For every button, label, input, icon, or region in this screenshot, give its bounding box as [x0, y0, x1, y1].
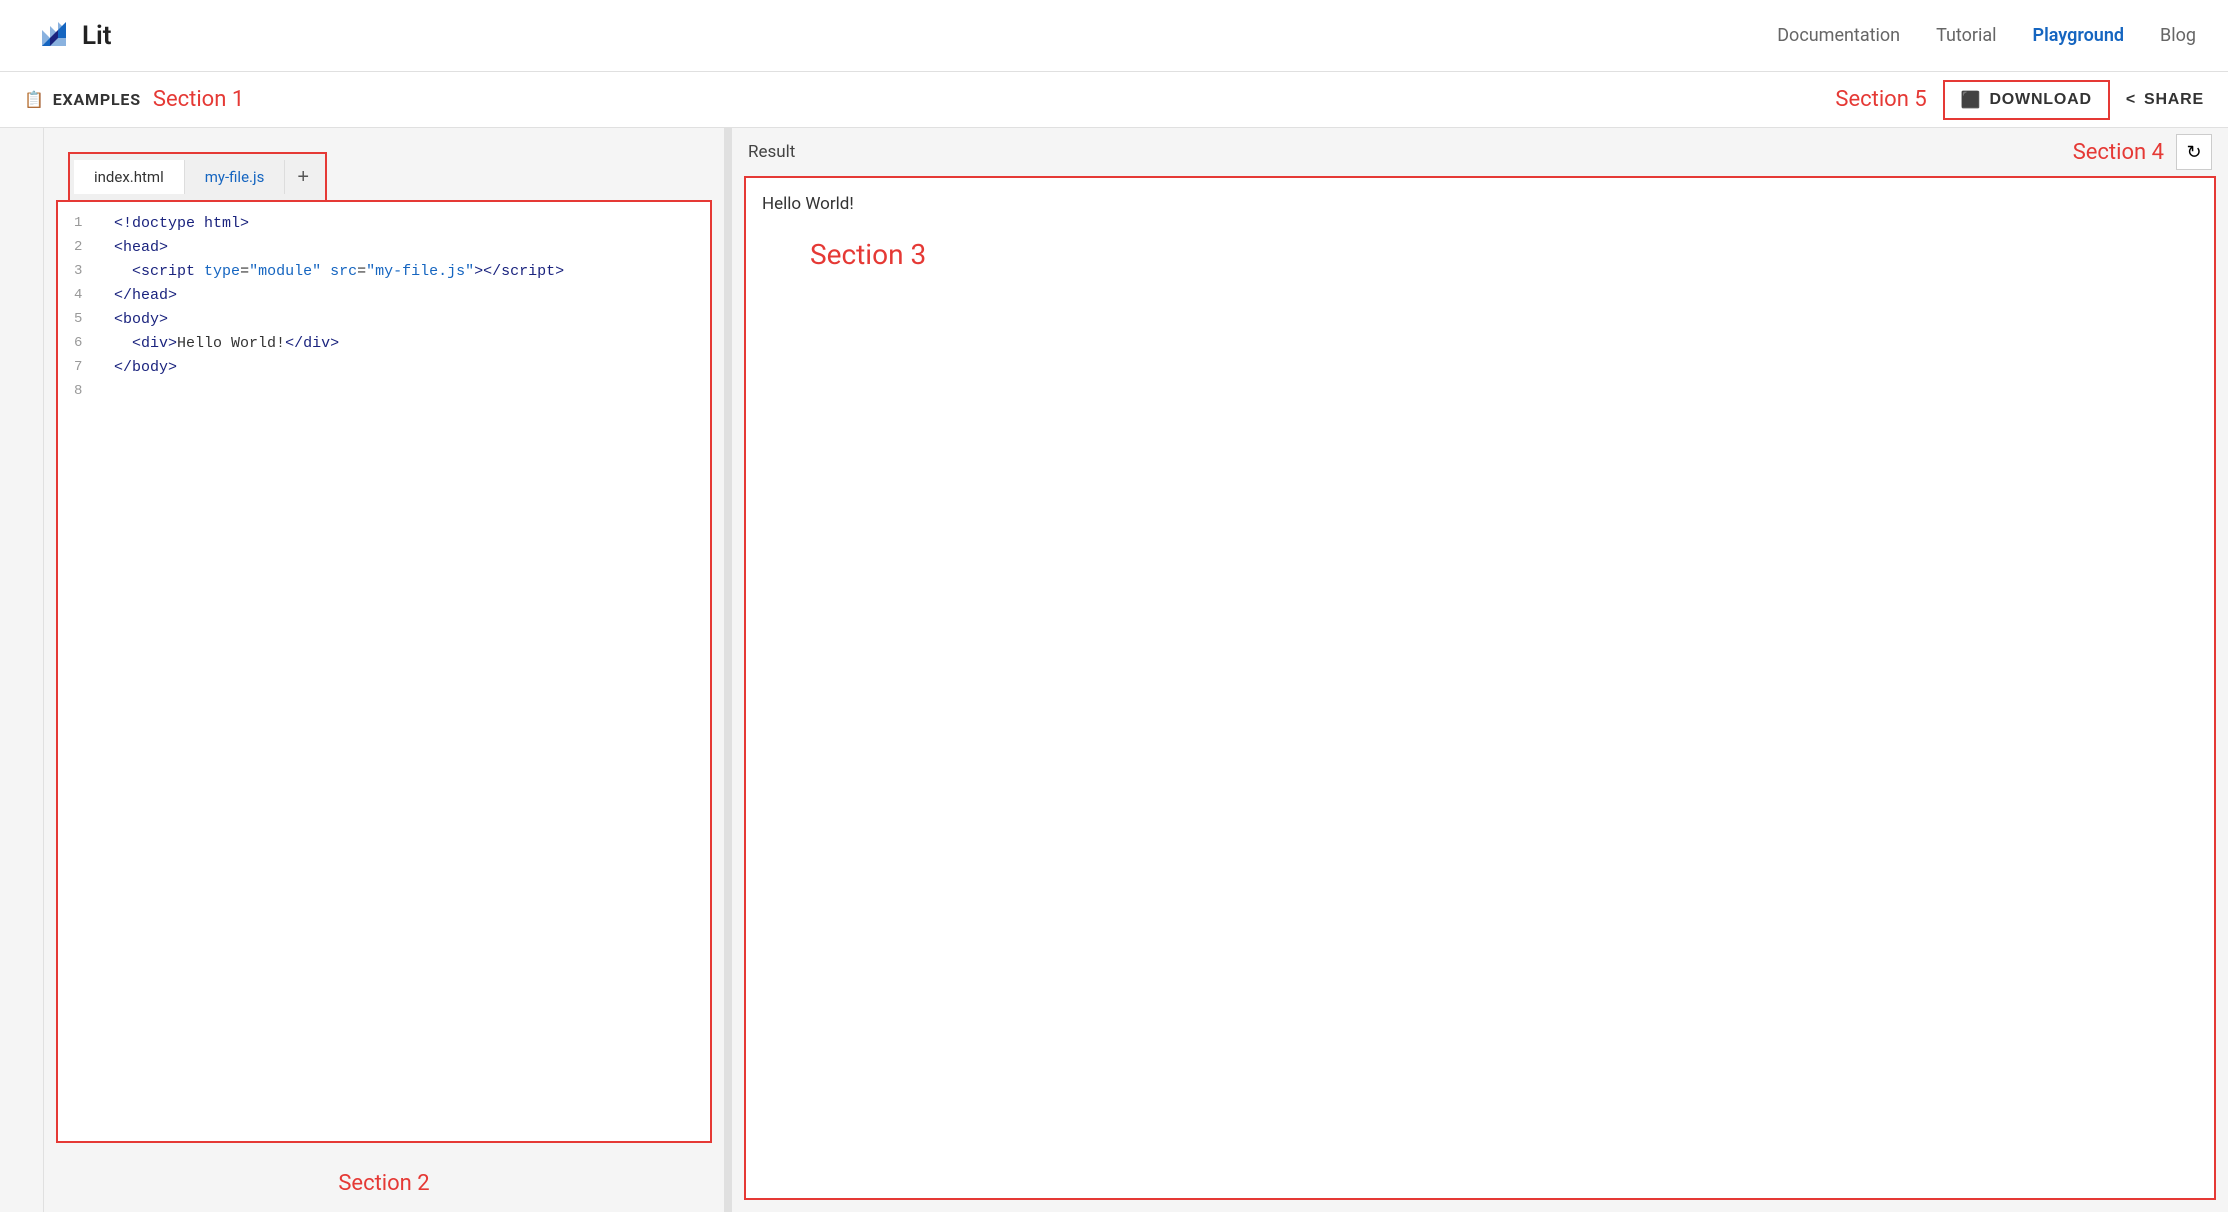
code-line: 2 <head>	[58, 238, 710, 262]
code-line: 1 <!doctype html>	[58, 214, 710, 238]
line-number: 6	[74, 335, 98, 351]
code-content: <body>	[114, 311, 168, 328]
nav-links: Documentation Tutorial Playground Blog	[1777, 25, 2196, 46]
code-line: 3 <script type="module" src="my-file.js"…	[58, 262, 710, 286]
result-header: Result Section 4 ↻	[732, 128, 2228, 176]
line-number: 8	[74, 383, 98, 399]
section2-label: Section 2	[338, 1171, 429, 1196]
line-number: 4	[74, 287, 98, 303]
nav-tutorial[interactable]: Tutorial	[1936, 25, 1996, 46]
second-bar: 📋 EXAMPLES Section 1 Section 5 ⬛ DOWNLOA…	[0, 72, 2228, 128]
tabs-bar: index.html my-file.js +	[68, 152, 327, 200]
code-line: 4 </head>	[58, 286, 710, 310]
line-number: 7	[74, 359, 98, 375]
section5-label: Section 5	[1835, 87, 1926, 112]
refresh-icon: ↻	[2186, 142, 2201, 163]
sidebar-strip	[0, 128, 44, 1212]
top-nav: Lit Documentation Tutorial Playground Bl…	[0, 0, 2228, 72]
nav-playground[interactable]: Playground	[2033, 25, 2124, 46]
code-content: <!doctype html>	[114, 215, 249, 232]
download-icon: ⬛	[1961, 90, 1982, 110]
code-line: 5 <body>	[58, 310, 710, 334]
result-label: Result	[748, 142, 795, 162]
line-number: 1	[74, 215, 98, 231]
result-right: Section 4 ↻	[2073, 134, 2212, 170]
code-line: 6 <div>Hello World!</div>	[58, 334, 710, 358]
code-content: <head>	[114, 239, 168, 256]
nav-documentation[interactable]: Documentation	[1777, 25, 1900, 46]
hello-world-text: Hello World!	[762, 194, 2198, 214]
nav-blog[interactable]: Blog	[2160, 25, 2196, 46]
panel-divider[interactable]	[724, 128, 732, 1212]
examples-icon: 📋	[24, 90, 45, 109]
code-content: </head>	[114, 287, 177, 304]
tab-index-html[interactable]: index.html	[74, 160, 185, 194]
download-button[interactable]: ⬛ DOWNLOAD	[1943, 80, 2110, 120]
tabs-container: index.html my-file.js +	[56, 140, 712, 200]
examples-area: 📋 EXAMPLES Section 1	[24, 87, 244, 112]
code-content: <div>Hello World!</div>	[114, 335, 339, 352]
share-button[interactable]: < SHARE	[2126, 91, 2204, 109]
tab-my-file-js[interactable]: my-file.js	[185, 160, 286, 194]
logo-area: Lit	[32, 16, 112, 56]
line-number: 3	[74, 263, 98, 279]
right-panel: Result Section 4 ↻ Hello World! Section …	[732, 128, 2228, 1212]
code-line: 7 </body>	[58, 358, 710, 382]
section2-area: Section 2	[44, 1155, 724, 1212]
code-editor[interactable]: 1 <!doctype html> 2 <head> 3 <script type="m…	[56, 200, 712, 1143]
left-panel: index.html my-file.js + 1 <!doctype html>…	[44, 128, 724, 1212]
right-toolbar: Section 5 ⬛ DOWNLOAD < SHARE	[1835, 80, 2204, 120]
refresh-button[interactable]: ↻	[2176, 134, 2212, 170]
section4-label: Section 4	[2073, 140, 2164, 165]
section3-label: Section 3	[810, 238, 2198, 271]
lit-logo-icon	[32, 16, 72, 56]
section1-label: Section 1	[153, 87, 244, 112]
main-content: index.html my-file.js + 1 <!doctype html>…	[0, 128, 2228, 1212]
share-icon: <	[2126, 91, 2136, 109]
result-preview: Hello World! Section 3	[744, 176, 2216, 1200]
line-number: 5	[74, 311, 98, 327]
code-content: <script type="module" src="my-file.js"><…	[114, 263, 564, 280]
examples-label: 📋 EXAMPLES	[24, 90, 141, 109]
code-line: 8	[58, 382, 710, 406]
add-tab-button[interactable]: +	[285, 162, 321, 193]
line-number: 2	[74, 239, 98, 255]
code-content: </body>	[114, 359, 177, 376]
logo-text: Lit	[82, 21, 112, 51]
